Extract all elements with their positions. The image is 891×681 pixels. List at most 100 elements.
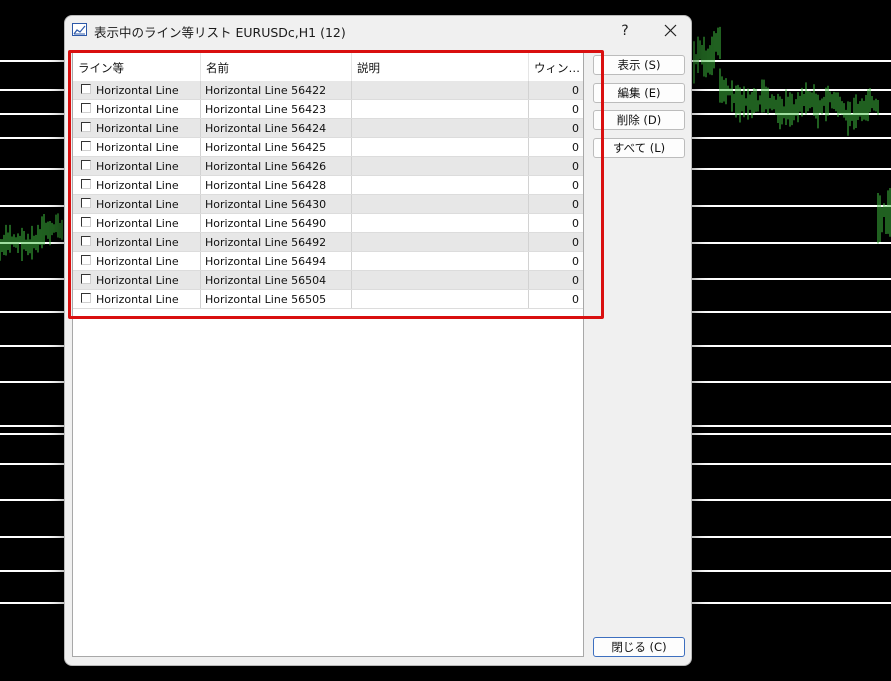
row-type-cell: Horizontal Line: [73, 214, 201, 232]
row-name-cell: Horizontal Line 56492: [201, 233, 352, 251]
row-type-cell: Horizontal Line: [73, 157, 201, 175]
row-type-label: Horizontal Line: [96, 122, 179, 135]
row-name-cell: Horizontal Line 56426: [201, 157, 352, 175]
chart-window-icon: [72, 23, 87, 36]
row-window-cell: 0: [572, 274, 579, 287]
table-row[interactable]: Horizontal Line Horizontal Line 56504 0: [73, 271, 583, 290]
row-window-cell: 0: [572, 141, 579, 154]
objects-list[interactable]: ライン等 名前 説明 ウィン… Horizontal Line Horizonta…: [72, 52, 584, 657]
row-window-cell: 0: [572, 293, 579, 306]
row-description-cell: [352, 271, 529, 289]
row-type-cell: Horizontal Line: [73, 290, 201, 308]
delete-button[interactable]: 削除 (D): [593, 110, 685, 130]
column-header-type[interactable]: ライン等: [73, 53, 201, 81]
dialog-title: 表示中のライン等リスト EURUSDc,H1 (12): [94, 25, 346, 40]
row-type-cell: Horizontal Line: [73, 81, 201, 99]
row-description-cell: [352, 214, 529, 232]
line-list-dialog: 表示中のライン等リスト EURUSDc,H1 (12) ? ライン等 名前 説明…: [64, 15, 692, 666]
row-name-cell: Horizontal Line 56490: [201, 214, 352, 232]
row-checkbox[interactable]: [81, 198, 91, 208]
row-type-label: Horizontal Line: [96, 179, 179, 192]
row-checkbox[interactable]: [81, 84, 91, 94]
row-type-cell: Horizontal Line: [73, 100, 201, 118]
row-checkbox[interactable]: [81, 160, 91, 170]
row-description-cell: [352, 138, 529, 156]
row-window-cell: 0: [572, 122, 579, 135]
row-type-label: Horizontal Line: [96, 141, 179, 154]
row-description-cell: [352, 157, 529, 175]
row-type-cell: Horizontal Line: [73, 138, 201, 156]
row-type-cell: Horizontal Line: [73, 271, 201, 289]
row-checkbox[interactable]: [81, 217, 91, 227]
row-type-label: Horizontal Line: [96, 84, 179, 97]
row-window-cell: 0: [572, 84, 579, 97]
close-icon[interactable]: [659, 20, 683, 42]
row-type-cell: Horizontal Line: [73, 119, 201, 137]
row-name-cell: Horizontal Line 56505: [201, 290, 352, 308]
close-button[interactable]: 閉じる (C): [593, 637, 685, 657]
help-button[interactable]: ?: [613, 20, 637, 42]
row-type-label: Horizontal Line: [96, 274, 179, 287]
row-type-label: Horizontal Line: [96, 160, 179, 173]
row-name-cell: Horizontal Line 56504: [201, 271, 352, 289]
table-row[interactable]: Horizontal Line Horizontal Line 56423 0: [73, 100, 583, 119]
table-row[interactable]: Horizontal Line Horizontal Line 56424 0: [73, 119, 583, 138]
table-row[interactable]: Horizontal Line Horizontal Line 56430 0: [73, 195, 583, 214]
row-description-cell: [352, 81, 529, 99]
row-name-cell: Horizontal Line 56425: [201, 138, 352, 156]
list-header: ライン等 名前 説明 ウィン…: [73, 53, 583, 82]
table-row[interactable]: Horizontal Line Horizontal Line 56428 0: [73, 176, 583, 195]
table-row[interactable]: Horizontal Line Horizontal Line 56492 0: [73, 233, 583, 252]
row-window-cell: 0: [572, 103, 579, 116]
row-checkbox[interactable]: [81, 179, 91, 189]
column-header-name[interactable]: 名前: [201, 53, 352, 81]
row-type-label: Horizontal Line: [96, 236, 179, 249]
row-type-cell: Horizontal Line: [73, 233, 201, 251]
dialog-titlebar[interactable]: 表示中のライン等リスト EURUSDc,H1 (12) ?: [65, 16, 691, 46]
row-window-cell: 0: [572, 198, 579, 211]
row-window-cell: 0: [572, 217, 579, 230]
row-description-cell: [352, 290, 529, 308]
row-window-cell: 0: [572, 179, 579, 192]
row-checkbox[interactable]: [81, 236, 91, 246]
row-description-cell: [352, 195, 529, 213]
row-checkbox[interactable]: [81, 141, 91, 151]
table-row[interactable]: Horizontal Line Horizontal Line 56490 0: [73, 214, 583, 233]
row-description-cell: [352, 176, 529, 194]
row-type-label: Horizontal Line: [96, 198, 179, 211]
row-checkbox[interactable]: [81, 274, 91, 284]
row-type-cell: Horizontal Line: [73, 176, 201, 194]
row-type-label: Horizontal Line: [96, 255, 179, 268]
row-window-cell: 0: [572, 255, 579, 268]
row-checkbox[interactable]: [81, 293, 91, 303]
select-all-button[interactable]: すべて (L): [593, 138, 685, 158]
row-checkbox[interactable]: [81, 103, 91, 113]
show-button[interactable]: 表示 (S): [593, 55, 685, 75]
edit-button[interactable]: 編集 (E): [593, 83, 685, 103]
row-type-label: Horizontal Line: [96, 293, 179, 306]
table-row[interactable]: Horizontal Line Horizontal Line 56425 0: [73, 138, 583, 157]
row-name-cell: Horizontal Line 56430: [201, 195, 352, 213]
row-description-cell: [352, 252, 529, 270]
row-checkbox[interactable]: [81, 122, 91, 132]
table-row[interactable]: Horizontal Line Horizontal Line 56494 0: [73, 252, 583, 271]
column-header-description[interactable]: 説明: [352, 53, 529, 81]
row-type-label: Horizontal Line: [96, 103, 179, 116]
row-description-cell: [352, 100, 529, 118]
row-name-cell: Horizontal Line 56494: [201, 252, 352, 270]
table-row[interactable]: Horizontal Line Horizontal Line 56505 0: [73, 290, 583, 309]
row-name-cell: Horizontal Line 56428: [201, 176, 352, 194]
column-header-window[interactable]: ウィン…: [529, 53, 583, 81]
row-window-cell: 0: [572, 236, 579, 249]
row-type-label: Horizontal Line: [96, 217, 179, 230]
row-type-cell: Horizontal Line: [73, 195, 201, 213]
row-type-cell: Horizontal Line: [73, 252, 201, 270]
row-description-cell: [352, 233, 529, 251]
row-name-cell: Horizontal Line 56422: [201, 81, 352, 99]
row-name-cell: Horizontal Line 56424: [201, 119, 352, 137]
table-row[interactable]: Horizontal Line Horizontal Line 56422 0: [73, 81, 583, 100]
row-name-cell: Horizontal Line 56423: [201, 100, 352, 118]
table-row[interactable]: Horizontal Line Horizontal Line 56426 0: [73, 157, 583, 176]
row-window-cell: 0: [572, 160, 579, 173]
row-checkbox[interactable]: [81, 255, 91, 265]
